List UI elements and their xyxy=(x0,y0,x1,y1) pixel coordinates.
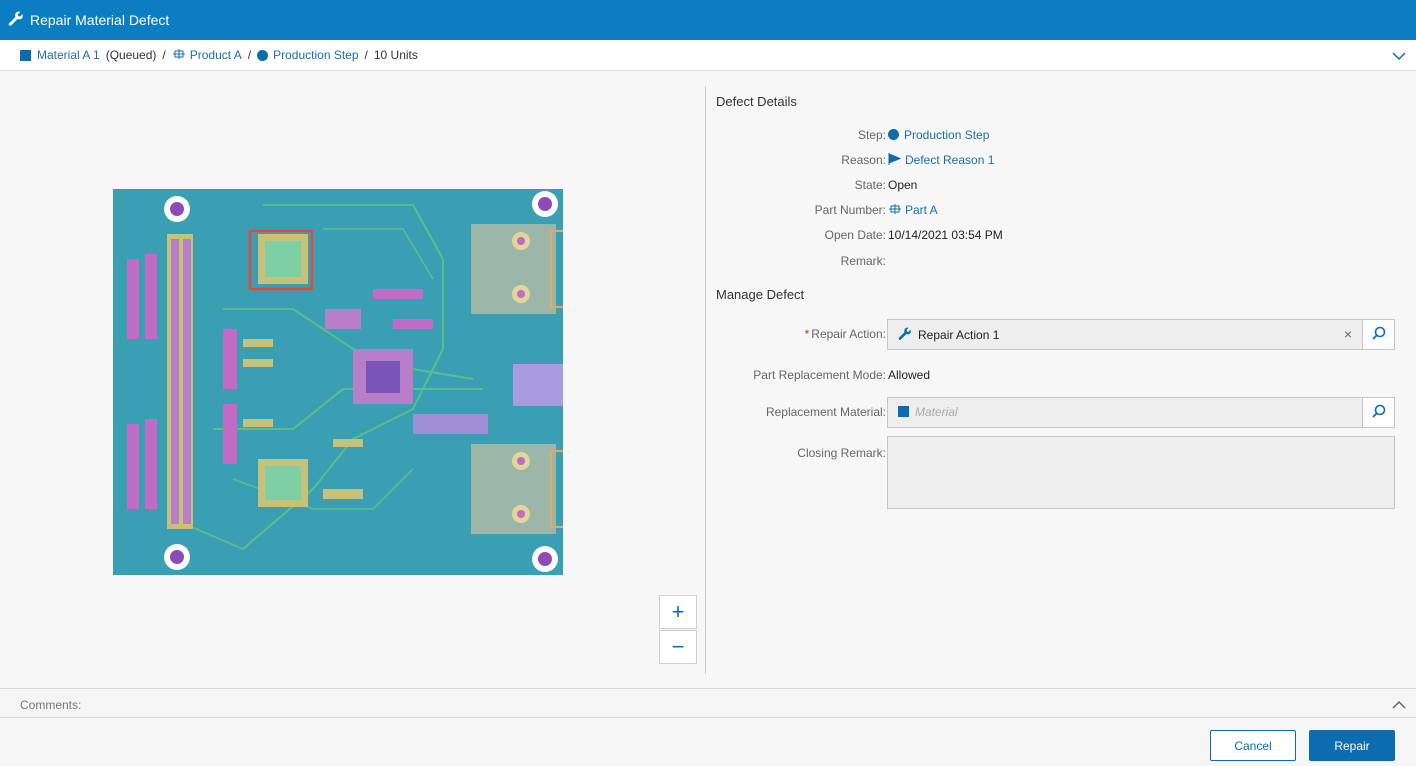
product-icon xyxy=(172,48,186,63)
closing-remark-label: Closing Remark: xyxy=(797,446,886,460)
part-number-label: Part Number: xyxy=(814,203,886,217)
open-date-label: Open Date: xyxy=(824,228,886,242)
breadcrumb-separator: / xyxy=(247,48,252,62)
main-content: + − Defect Details Step: Production Step… xyxy=(0,72,1416,688)
clear-icon[interactable]: × xyxy=(1344,326,1352,342)
chevron-down-icon[interactable] xyxy=(1392,50,1406,64)
part-replacement-mode-value: Allowed xyxy=(888,368,931,382)
replacement-material-label: Replacement Material: xyxy=(765,405,886,419)
pcb-board-image xyxy=(113,189,563,575)
title-bar: Repair Material Defect xyxy=(0,0,1416,40)
breadcrumb-material-state: (Queued) xyxy=(105,48,157,62)
zoom-in-button[interactable]: + xyxy=(659,595,697,629)
defect-details-title: Defect Details xyxy=(716,94,797,109)
part-number-text: Part A xyxy=(905,203,938,217)
breadcrumb-units: 10 Units xyxy=(373,48,418,62)
search-icon xyxy=(1371,404,1386,421)
step-row: Step: Production Step xyxy=(706,128,1406,148)
state-label: State: xyxy=(854,178,886,192)
breadcrumb-step-link[interactable]: Production Step xyxy=(273,48,358,62)
replacement-material-field[interactable]: Material xyxy=(887,397,1395,428)
window-title: Repair Material Defect xyxy=(30,12,170,28)
reason-value-text: Defect Reason 1 xyxy=(905,153,995,167)
replacement-material-placeholder: Material xyxy=(915,405,958,419)
zoom-out-button[interactable]: − xyxy=(659,630,697,664)
product-icon xyxy=(888,203,905,217)
footer: Cancel Repair xyxy=(0,719,1416,766)
square-material-icon xyxy=(898,406,909,417)
comments-bar[interactable]: Comments: xyxy=(0,688,1416,718)
part-number-value[interactable]: Part A xyxy=(888,203,938,217)
breadcrumb-product-link[interactable]: Product A xyxy=(190,48,242,62)
open-date-value: 10/14/2021 03:54 PM xyxy=(888,228,1003,242)
repair-action-text: Repair Action 1 xyxy=(918,328,1000,342)
state-row: State: Open xyxy=(706,178,1406,198)
search-icon xyxy=(1371,326,1386,343)
part-replacement-mode-label: Part Replacement Mode: xyxy=(753,368,886,382)
repair-action-label: * Repair Action: xyxy=(805,327,886,341)
reason-row: Reason: Defect Reason 1 xyxy=(706,153,1406,173)
step-label: Step: xyxy=(857,128,886,142)
step-value-text: Production Step xyxy=(904,128,990,142)
replacement-material-search-button[interactable] xyxy=(1362,398,1394,427)
chevron-up-icon[interactable] xyxy=(1392,699,1406,713)
closing-remark-textarea[interactable] xyxy=(887,436,1395,509)
wrench-icon xyxy=(8,11,24,30)
breadcrumb-separator: / xyxy=(364,48,368,62)
part-number-row: Part Number: Part A xyxy=(706,203,1406,223)
repair-action-value: Repair Action 1 xyxy=(898,327,999,342)
repair-action-field[interactable]: Repair Action 1 × xyxy=(887,319,1395,350)
replacement-material-value: Material xyxy=(898,405,958,419)
wrench-icon xyxy=(898,327,918,342)
repair-action-label-text: Repair Action: xyxy=(811,327,886,341)
manage-defect-title: Manage Defect xyxy=(716,287,805,302)
reason-value[interactable]: Defect Reason 1 xyxy=(888,153,994,167)
part-replacement-mode-row: Part Replacement Mode: Allowed xyxy=(706,368,1406,388)
required-mark: * xyxy=(804,327,810,341)
cancel-button[interactable]: Cancel xyxy=(1210,730,1296,761)
repair-button[interactable]: Repair xyxy=(1309,730,1395,761)
flag-icon xyxy=(888,153,905,167)
step-value[interactable]: Production Step xyxy=(888,128,989,142)
remark-label: Remark: xyxy=(840,254,886,268)
breadcrumb-material-link[interactable]: Material A 1 xyxy=(37,48,100,62)
circle-step-icon xyxy=(257,49,269,61)
remark-row: Remark: xyxy=(706,254,1406,274)
repair-action-search-button[interactable] xyxy=(1362,320,1394,349)
square-material-icon xyxy=(20,49,31,61)
open-date-row: Open Date: 10/14/2021 03:54 PM xyxy=(706,228,1406,248)
state-value: Open xyxy=(888,178,918,192)
board-viewer[interactable]: + − xyxy=(0,72,705,674)
breadcrumb: Material A 1 (Queued) / Product A / Prod… xyxy=(0,40,1416,71)
circle-step-icon xyxy=(888,129,899,140)
breadcrumb-separator: / xyxy=(162,48,166,62)
reason-label: Reason: xyxy=(841,153,886,167)
comments-label: Comments: xyxy=(20,698,82,712)
